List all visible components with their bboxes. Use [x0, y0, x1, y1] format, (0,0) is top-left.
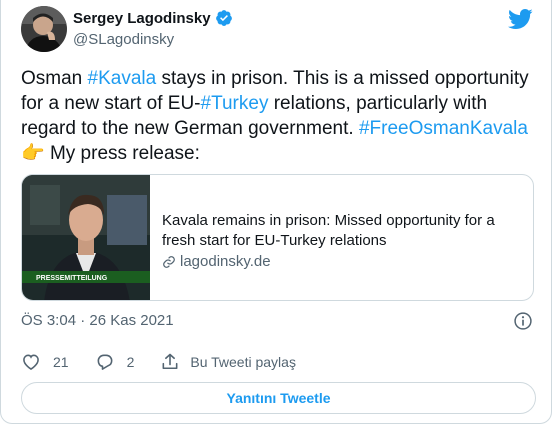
hashtag-freeosmankavala[interactable]: #FreeOsmanKavala [359, 118, 528, 139]
author-name[interactable]: Sergey Lagodinsky [73, 10, 211, 27]
reply-icon[interactable] [95, 352, 115, 372]
share-icon[interactable] [160, 352, 180, 372]
link-domain: lagodinsky.de [180, 253, 271, 270]
link-preview-card[interactable]: PRESSEMITTEILUNG Kavala remains in priso… [21, 174, 534, 301]
link-title: Kavala remains in prison: Missed opportu… [162, 212, 495, 249]
author-name-row: Sergey Lagodinsky [73, 9, 233, 27]
share-label: Bu Tweeti paylaş [190, 354, 296, 370]
share-action[interactable]: Bu Tweeti paylaş [160, 352, 296, 372]
reply-count: 2 [126, 354, 135, 370]
link-icon [163, 255, 175, 268]
avatar[interactable] [21, 6, 67, 52]
tweet-text-segment: My press release: [44, 143, 200, 164]
thumb-banner-text: PRESSEMITTEILUNG [36, 275, 108, 282]
verified-badge-icon [215, 10, 232, 26]
pointing-hand-emoji: 👉 [21, 143, 45, 164]
info-icon[interactable] [513, 311, 533, 331]
hashtag-turkey[interactable]: #Turkey [201, 93, 269, 114]
like-count: 21 [53, 354, 69, 370]
tweet-text: Osman #Kavala stays in prison. This is a… [21, 66, 536, 166]
link-body: Kavala remains in prison: Missed opportu… [162, 211, 522, 270]
tweet-card: Sergey Lagodinsky @SLagodinsky Osman #Ka… [0, 0, 552, 424]
reply-action[interactable]: 2 [95, 352, 135, 372]
tweet-text-segment: Osman [21, 68, 88, 89]
tweet-timestamp[interactable]: ÖS 3:04 · 26 Kas 2021 [21, 312, 174, 329]
hashtag-kavala[interactable]: #Kavala [88, 68, 157, 89]
link-domain-row: lagodinsky.de [162, 253, 522, 270]
link-thumbnail: PRESSEMITTEILUNG [22, 175, 150, 300]
twitter-logo-icon[interactable] [507, 8, 533, 30]
author-handle[interactable]: @SLagodinsky [73, 31, 174, 48]
like-action[interactable]: 21 [21, 352, 69, 372]
reply-tweet-button[interactable]: Yanıtını Tweetle [21, 382, 536, 414]
tweet-header: Sergey Lagodinsky @SLagodinsky [21, 6, 533, 54]
tweet-actions: 21 2 Bu Tweeti paylaş [21, 351, 322, 373]
heart-icon[interactable] [21, 352, 41, 372]
